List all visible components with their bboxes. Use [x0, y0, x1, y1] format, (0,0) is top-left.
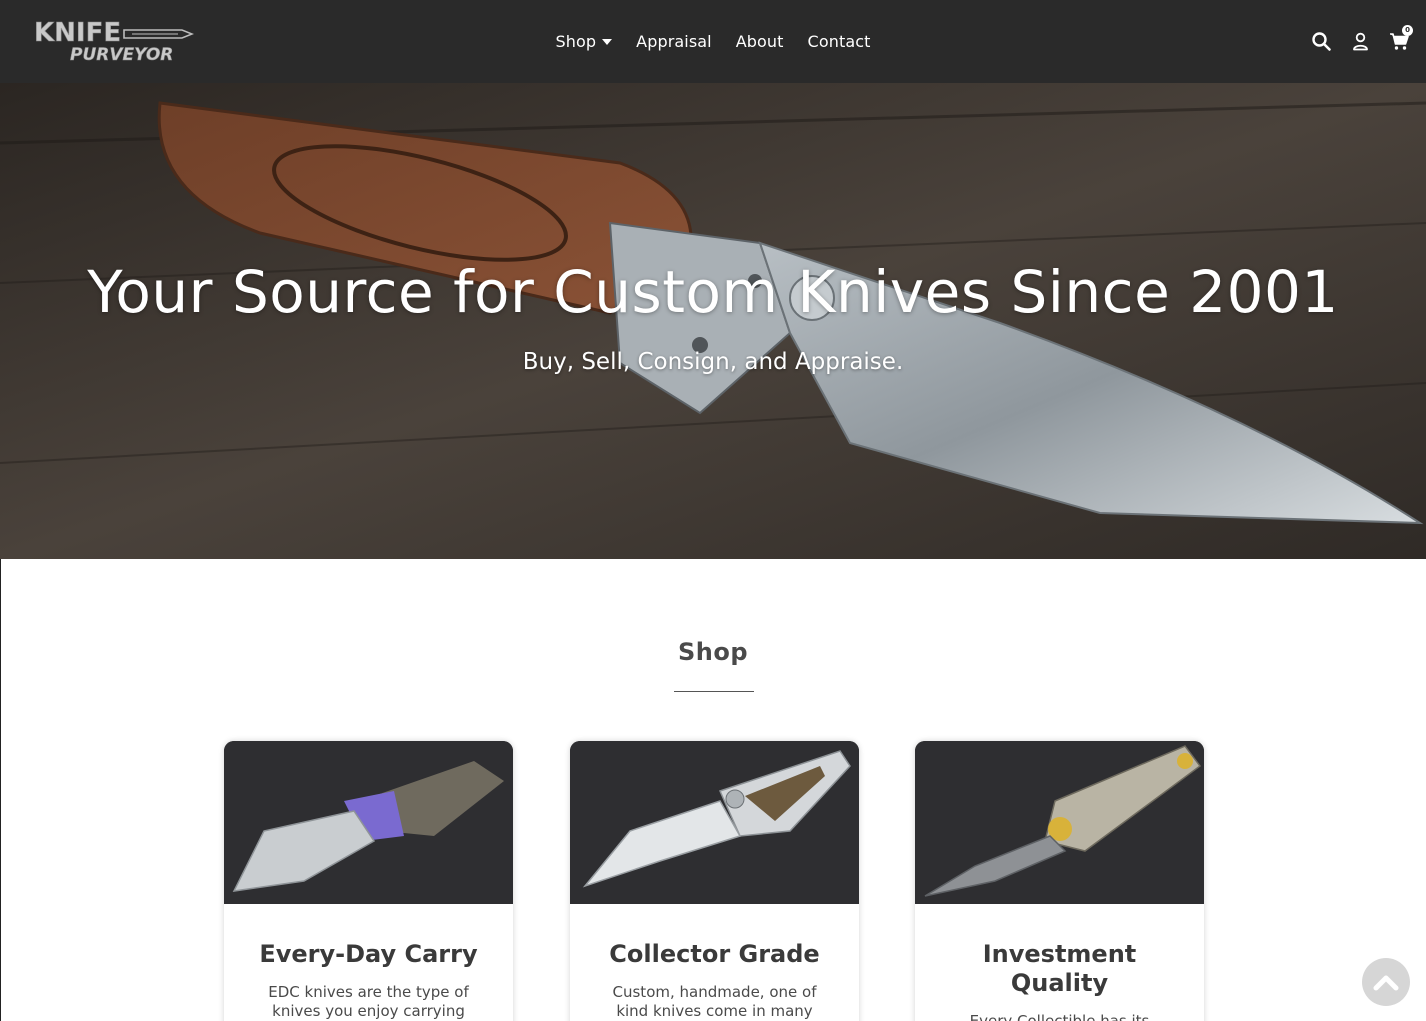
svg-text:KNIFE: KNIFE: [34, 18, 121, 48]
edc-knife-image: [224, 741, 513, 904]
hero-banner: Your Source for Custom Knives Since 2001…: [0, 83, 1426, 559]
card-title: Collector Grade: [609, 940, 820, 968]
collector-knife-image: [570, 741, 859, 904]
nav-contact[interactable]: Contact: [808, 32, 871, 51]
nav-appraisal[interactable]: Appraisal: [636, 32, 712, 51]
nav-contact-label: Contact: [807, 32, 871, 51]
card-title: Investment Quality: [982, 940, 1137, 997]
scroll-to-top-button[interactable]: [1362, 958, 1410, 1006]
shop-card-collector[interactable]: Collector Grade Custom, handmade, one of…: [570, 741, 859, 1021]
card-title: Every-Day Carry: [259, 940, 478, 968]
cart-icon[interactable]: 0: [1389, 24, 1413, 52]
hero-subtitle: Buy, Sell, Consign, and Appraise.: [522, 349, 904, 375]
shop-section-title: Shop: [677, 638, 749, 666]
shop-card-investment[interactable]: Investment Quality Every Collectible has…: [915, 741, 1204, 1021]
search-icon[interactable]: [1311, 31, 1332, 52]
shop-card-edc[interactable]: Every-Day Carry EDC knives are the type …: [224, 741, 513, 1021]
nav-about-label: About: [735, 32, 784, 51]
knife-purveyor-logo[interactable]: KNIFE PURVEYOR: [32, 14, 194, 64]
card-text: Every Collectible has its: [969, 1012, 1150, 1021]
nav-about[interactable]: About: [736, 32, 784, 51]
investment-knife-image: [915, 741, 1204, 904]
cart-count-badge: 0: [1402, 24, 1413, 36]
nav-appraisal-label: Appraisal: [636, 32, 712, 51]
page-left-border: [0, 559, 1, 1021]
hero-title: Your Source for Custom Knives Since 2001: [87, 258, 1339, 326]
site-header: KNIFE PURVEYOR Shop Appraisal About Cont…: [0, 0, 1426, 83]
nav-shop[interactable]: Shop: [556, 32, 613, 51]
user-icon[interactable]: [1350, 31, 1371, 52]
chevron-up-icon: [1373, 975, 1399, 991]
card-text: EDC knives are the type of knives you en…: [268, 983, 469, 1020]
section-divider: [674, 691, 754, 692]
main-nav: Shop Appraisal About Contact: [0, 0, 1426, 83]
nav-shop-label: Shop: [555, 32, 597, 51]
card-text: Custom, handmade, one of kind knives com…: [612, 983, 817, 1020]
chevron-down-icon: [602, 39, 613, 45]
svg-text:PURVEYOR: PURVEYOR: [70, 45, 173, 64]
header-actions: 0: [1311, 24, 1413, 54]
